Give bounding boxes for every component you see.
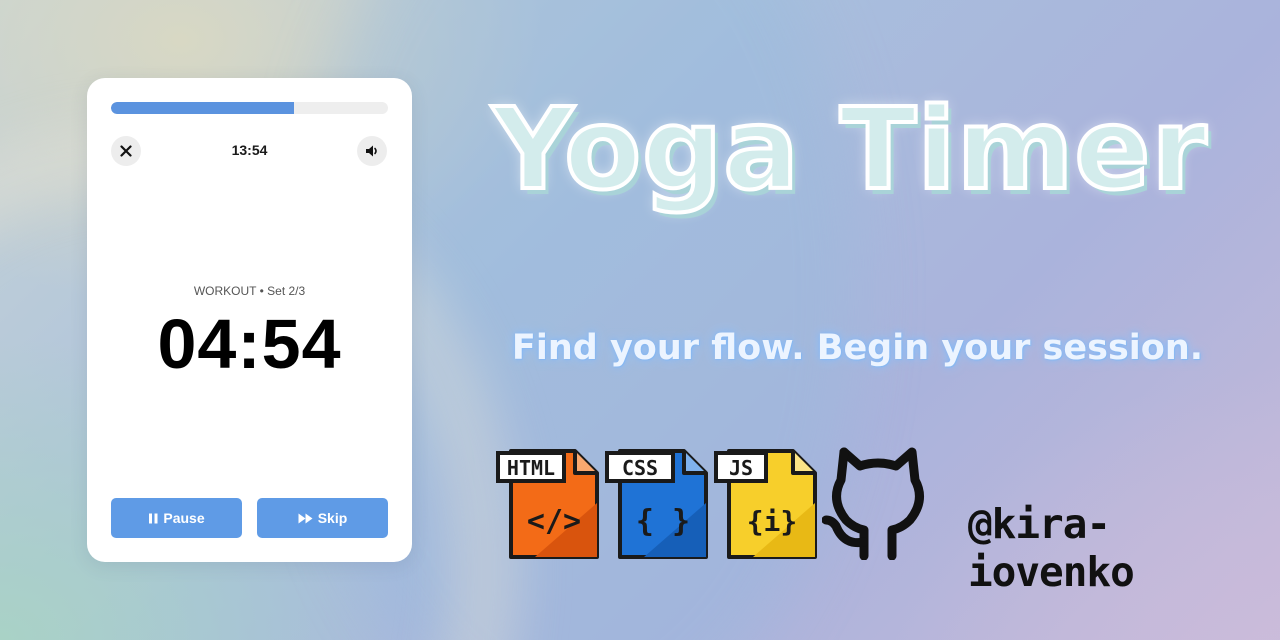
hero-subtitle: Find your flow. Begin your session.: [511, 328, 1204, 368]
skip-button[interactable]: Skip: [257, 498, 388, 538]
html-file-icon: HTML </>: [496, 449, 599, 559]
css-label: CSS: [622, 456, 658, 480]
js-glyph: {i}: [747, 505, 798, 538]
html-label: HTML: [507, 456, 555, 480]
github-icon: [822, 447, 924, 560]
progress-bar: [111, 102, 388, 114]
sound-button[interactable]: [357, 136, 387, 166]
set-label: WORKOUT • Set 2/3: [193, 284, 306, 298]
html-glyph: </>: [527, 504, 581, 539]
js-label: JS: [729, 456, 753, 480]
author-handle[interactable]: @kira-iovenko: [968, 500, 1228, 596]
pause-label: Pause: [163, 510, 205, 526]
css-glyph: { }: [636, 504, 690, 539]
pause-button[interactable]: Pause: [111, 498, 242, 538]
css-file-icon: CSS { }: [605, 449, 708, 559]
countdown-display: 04:54: [157, 305, 342, 383]
timer-card: 13:54 WORKOUT • Set 2/3 04:54 Pause Skip: [87, 78, 412, 562]
progress-fill: [111, 102, 294, 114]
js-file-icon: JS {i}: [714, 449, 817, 559]
skip-label: Skip: [317, 510, 348, 526]
fast-forward-icon: [298, 513, 313, 523]
pause-icon: [149, 513, 158, 523]
hero-title: Yoga Timer: [490, 83, 1208, 217]
speaker-icon: [366, 145, 377, 157]
